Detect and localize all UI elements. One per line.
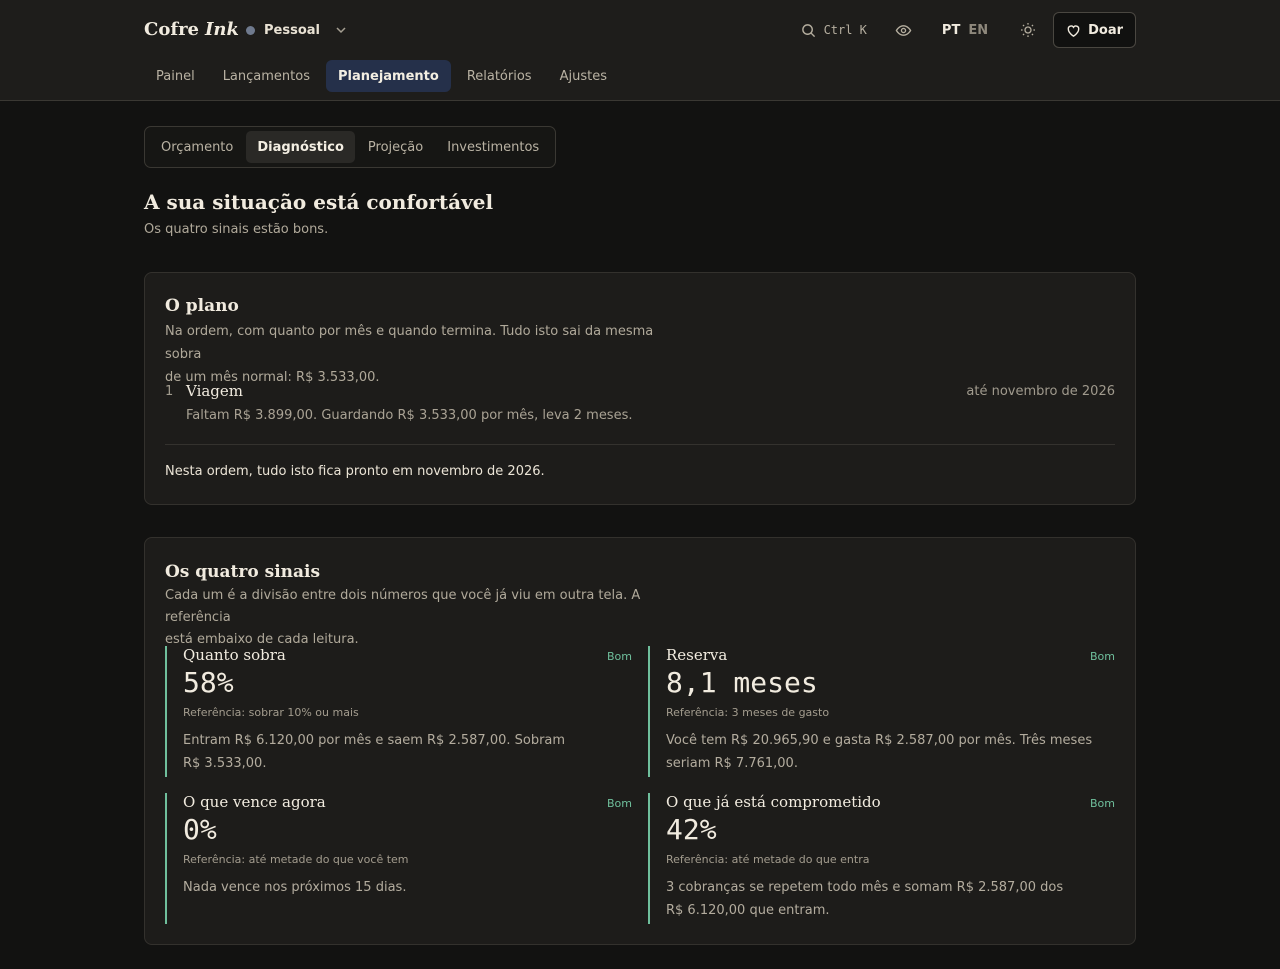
signals-desc-line-1: Cada um é a divisão entre dois números q… xyxy=(165,588,641,625)
signal-body-line-1: Entram R$ 6.120,00 por mês e saem R$ 2.5… xyxy=(183,733,566,748)
signal-vence-agora: O que vence agora Bom 0% Referência: até… xyxy=(165,793,632,924)
workspace-dot xyxy=(246,25,255,35)
subtab-projecao[interactable]: Projeção xyxy=(357,131,434,163)
signal-title: Reserva xyxy=(666,646,728,664)
workspace-name: Pessoal xyxy=(264,22,320,38)
sub-nav: Orçamento Diagnóstico Projeção Investime… xyxy=(144,126,557,168)
signal-reserva: Reserva Bom 8,1 meses Referência: 3 mese… xyxy=(648,646,1115,777)
search-icon xyxy=(801,23,815,37)
status-badge: Bom xyxy=(607,650,632,663)
eye-icon xyxy=(895,24,912,36)
brand-name: Cofre xyxy=(144,19,200,40)
plan-title: O plano xyxy=(165,296,239,316)
signal-reference: Referência: sobrar 10% ou mais xyxy=(183,706,359,719)
main-nav: Painel Lançamentos Planejamento Relatóri… xyxy=(144,60,619,92)
signal-value: 8,1 meses xyxy=(666,666,818,699)
brand-accent: Ink xyxy=(205,19,239,40)
tab-painel[interactable]: Painel xyxy=(144,60,207,92)
lang-pt[interactable]: PT xyxy=(942,23,960,38)
lang-en[interactable]: EN xyxy=(968,23,988,38)
subtab-orcamento[interactable]: Orçamento xyxy=(150,131,244,163)
page-subtitle: Os quatro sinais estão bons. xyxy=(144,222,329,237)
chevron-down-icon xyxy=(336,27,346,34)
search-shortcut: Ctrl K xyxy=(823,23,867,37)
signal-comprometido: O que já está comprometido Bom 42% Refer… xyxy=(648,793,1115,924)
plan-item-name: Viagem xyxy=(186,382,244,400)
signal-value: 0% xyxy=(183,813,217,846)
plan-card: O plano Na ordem, com quanto por mês e q… xyxy=(144,272,1136,505)
plan-desc-line-1: Na ordem, com quanto por mês e quando te… xyxy=(165,324,654,362)
heart-icon xyxy=(1067,24,1080,37)
search-button[interactable]: Ctrl K xyxy=(801,23,867,38)
signal-value: 58% xyxy=(183,666,234,699)
page-title: A sua situação está confortável xyxy=(144,190,494,214)
tab-relatorios[interactable]: Relatórios xyxy=(455,60,544,92)
signals-card: Os quatro sinais Cada um é a divisão ent… xyxy=(144,537,1136,945)
subtab-investimentos[interactable]: Investimentos xyxy=(436,131,550,163)
signal-reference: Referência: até metade do que você tem xyxy=(183,853,409,866)
plan-description: Na ordem, com quanto por mês e quando te… xyxy=(165,320,685,389)
signal-body-line-2: seriam R$ 7.761,00. xyxy=(666,756,798,771)
signals-title: Os quatro sinais xyxy=(165,562,321,582)
top-bar: Cofre Ink Pessoal Ctrl K PT EN Doar Pain… xyxy=(0,0,1280,101)
signal-body-line-2: R$ 6.120,00 que entram. xyxy=(666,903,830,918)
donate-button[interactable]: Doar xyxy=(1053,12,1136,48)
signal-explanation: Nada vence nos próximos 15 dias. xyxy=(183,876,623,899)
tab-lancamentos[interactable]: Lançamentos xyxy=(211,60,322,92)
signal-title: Quanto sobra xyxy=(183,646,286,664)
plan-divider xyxy=(165,444,1115,445)
signal-reference: Referência: 3 meses de gasto xyxy=(666,706,830,719)
theme-toggle-button[interactable] xyxy=(1020,22,1036,38)
signal-body-line-2: R$ 3.533,00. xyxy=(183,756,267,771)
workspace-switcher[interactable]: Pessoal xyxy=(246,22,349,38)
signals-description: Cada um é a divisão entre dois números q… xyxy=(165,585,705,651)
plan-summary: Nesta ordem, tudo isto fica pronto em no… xyxy=(165,464,545,479)
signal-title: O que já está comprometido xyxy=(666,793,881,811)
language-switcher: PT EN xyxy=(942,23,988,38)
tab-planejamento[interactable]: Planejamento xyxy=(325,60,451,92)
status-badge: Bom xyxy=(1090,650,1115,663)
brand-logo[interactable]: Cofre Ink xyxy=(144,19,239,40)
signal-body-line-1: Nada vence nos próximos 15 dias. xyxy=(183,880,407,895)
signal-quanto-sobra: Quanto sobra Bom 58% Referência: sobrar … xyxy=(165,646,632,777)
privacy-toggle-button[interactable] xyxy=(895,22,912,39)
signal-explanation: Entram R$ 6.120,00 por mês e saem R$ 2.5… xyxy=(183,729,623,775)
header-actions: Ctrl K PT EN Doar xyxy=(801,12,1136,48)
tab-ajustes[interactable]: Ajustes xyxy=(548,60,619,92)
signal-explanation: Você tem R$ 20.965,90 e gasta R$ 2.587,0… xyxy=(666,729,1116,775)
donate-label: Doar xyxy=(1088,22,1123,38)
plan-item-deadline: até novembro de 2026 xyxy=(966,384,1115,399)
signal-title: O que vence agora xyxy=(183,793,326,811)
signal-explanation: 3 cobranças se repetem todo mês e somam … xyxy=(666,876,1106,922)
signal-body-line-1: 3 cobranças se repetem todo mês e somam … xyxy=(666,880,1064,895)
sun-icon xyxy=(1021,23,1036,37)
status-badge: Bom xyxy=(1090,797,1115,810)
signal-value: 42% xyxy=(666,813,717,846)
plan-item-number: 1 xyxy=(165,384,174,399)
signal-reference: Referência: até metade do que entra xyxy=(666,853,870,866)
status-badge: Bom xyxy=(607,797,632,810)
signal-body-line-1: Você tem R$ 20.965,90 e gasta R$ 2.587,0… xyxy=(666,733,1093,748)
plan-item-detail: Faltam R$ 3.899,00. Guardando R$ 3.533,0… xyxy=(186,408,633,423)
subtab-diagnostico[interactable]: Diagnóstico xyxy=(246,131,355,163)
